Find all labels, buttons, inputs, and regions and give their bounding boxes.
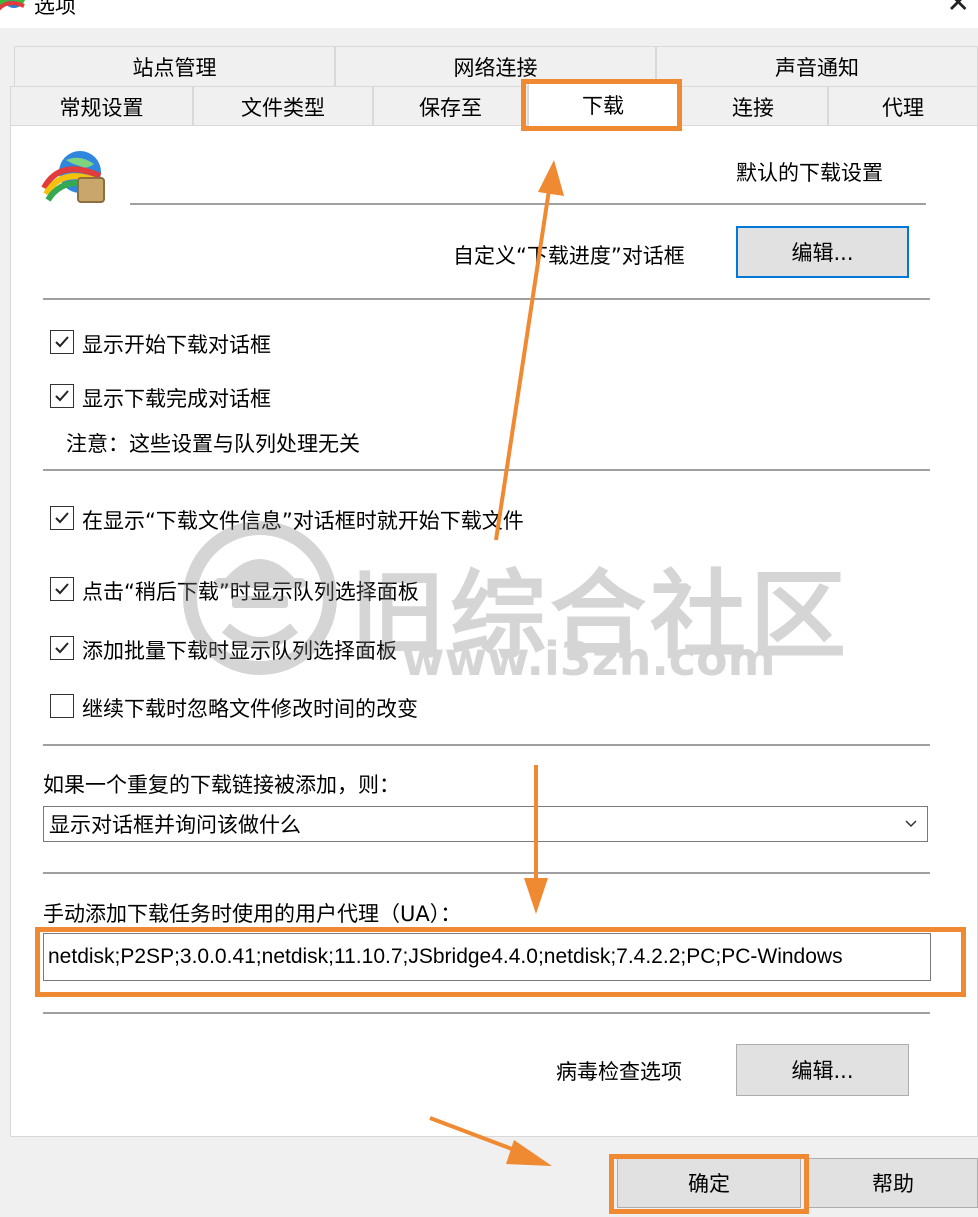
checkbox-queue-panel-batch[interactable] xyxy=(50,636,74,660)
button-label: 帮助 xyxy=(872,1172,914,1196)
idm-globe-icon xyxy=(41,151,105,203)
tab-label: 站点管理 xyxy=(132,55,217,80)
ok-button[interactable]: 确定 xyxy=(617,1158,801,1208)
edit-progress-dialog-button[interactable]: 编辑... xyxy=(736,226,909,278)
tab-label: 网络连接 xyxy=(453,55,538,80)
tab-label: 声音通知 xyxy=(775,55,859,80)
checkbox-label: 在显示“下载文件信息”对话框时就开始下载文件 xyxy=(82,509,524,533)
note-text: 注意：这些设置与队列处理无关 xyxy=(66,432,360,456)
checkmark-icon xyxy=(55,390,69,402)
user-agent-input[interactable]: netdisk;P2SP;3.0.0.41;netdisk;11.10.7;JS… xyxy=(43,933,931,981)
button-label: 编辑... xyxy=(791,1059,854,1083)
divider xyxy=(130,203,926,205)
tab-label: 下载 xyxy=(582,93,624,118)
progress-dialog-label: 自定义“下载进度”对话框 xyxy=(453,244,685,268)
checkmark-icon xyxy=(55,512,69,524)
checkbox-ignore-mtime[interactable] xyxy=(50,694,74,718)
select-value: 显示对话框并询问该做什么 xyxy=(49,813,301,837)
divider xyxy=(43,298,930,300)
checkmark-icon xyxy=(55,583,69,595)
tab-label: 文件类型 xyxy=(241,95,325,120)
tab-connection[interactable]: 连接 xyxy=(678,86,828,126)
tab-file-types[interactable]: 文件类型 xyxy=(193,86,373,126)
divider xyxy=(43,872,930,874)
idm-app-icon xyxy=(0,0,26,11)
checkmark-icon xyxy=(55,642,69,654)
button-label: 编辑... xyxy=(791,241,854,265)
title-bar: 选项 ✕ xyxy=(0,0,978,28)
checkbox-label: 添加批量下载时显示队列选择面板 xyxy=(82,639,397,663)
tab-site-management[interactable]: 站点管理 xyxy=(14,46,335,86)
checkmark-icon xyxy=(55,336,69,348)
checkbox-label: 继续下载时忽略文件修改时间的改变 xyxy=(82,697,418,721)
tab-proxy[interactable]: 代理 xyxy=(828,86,978,126)
divider xyxy=(43,469,930,471)
virus-check-label: 病毒检查选项 xyxy=(556,1060,682,1084)
checkbox-label: 显示开始下载对话框 xyxy=(82,333,271,357)
window-title: 选项 xyxy=(34,0,76,18)
checkbox-label: 显示下载完成对话框 xyxy=(82,387,271,411)
checkbox-queue-panel-later[interactable] xyxy=(50,577,74,601)
edit-virus-check-button[interactable]: 编辑... xyxy=(736,1044,909,1096)
button-label: 确定 xyxy=(688,1172,730,1196)
tab-label: 常规设置 xyxy=(59,95,144,120)
divider xyxy=(43,744,930,746)
tab-label: 连接 xyxy=(732,95,774,120)
divider xyxy=(43,1012,930,1014)
user-agent-label: 手动添加下载任务时使用的用户代理（UA）： xyxy=(43,902,462,926)
duplicate-action-select[interactable]: 显示对话框并询问该做什么 xyxy=(43,806,928,842)
close-icon[interactable]: ✕ xyxy=(947,0,970,19)
tab-label: 保存至 xyxy=(419,95,482,120)
checkbox-start-on-info-dialog[interactable] xyxy=(50,506,74,530)
checkbox-show-start-dialog[interactable] xyxy=(50,330,74,354)
tab-label: 代理 xyxy=(882,95,924,120)
section-title: 默认的下载设置 xyxy=(736,161,883,185)
tab-sound-notify[interactable]: 声音通知 xyxy=(656,46,978,86)
input-value: netdisk;P2SP;3.0.0.41;netdisk;11.10.7;JS… xyxy=(48,945,843,968)
tab-general[interactable]: 常规设置 xyxy=(10,86,193,126)
checkbox-label: 点击“稍后下载”时显示队列选择面板 xyxy=(82,580,419,604)
duplicate-link-label: 如果一个重复的下载链接被添加，则： xyxy=(43,773,400,797)
help-button[interactable]: 帮助 xyxy=(808,1158,978,1208)
chevron-down-icon xyxy=(905,820,917,828)
tab-download[interactable]: 下载 xyxy=(528,80,678,128)
checkbox-show-complete-dialog[interactable] xyxy=(50,384,74,408)
tab-save-to[interactable]: 保存至 xyxy=(373,86,528,126)
